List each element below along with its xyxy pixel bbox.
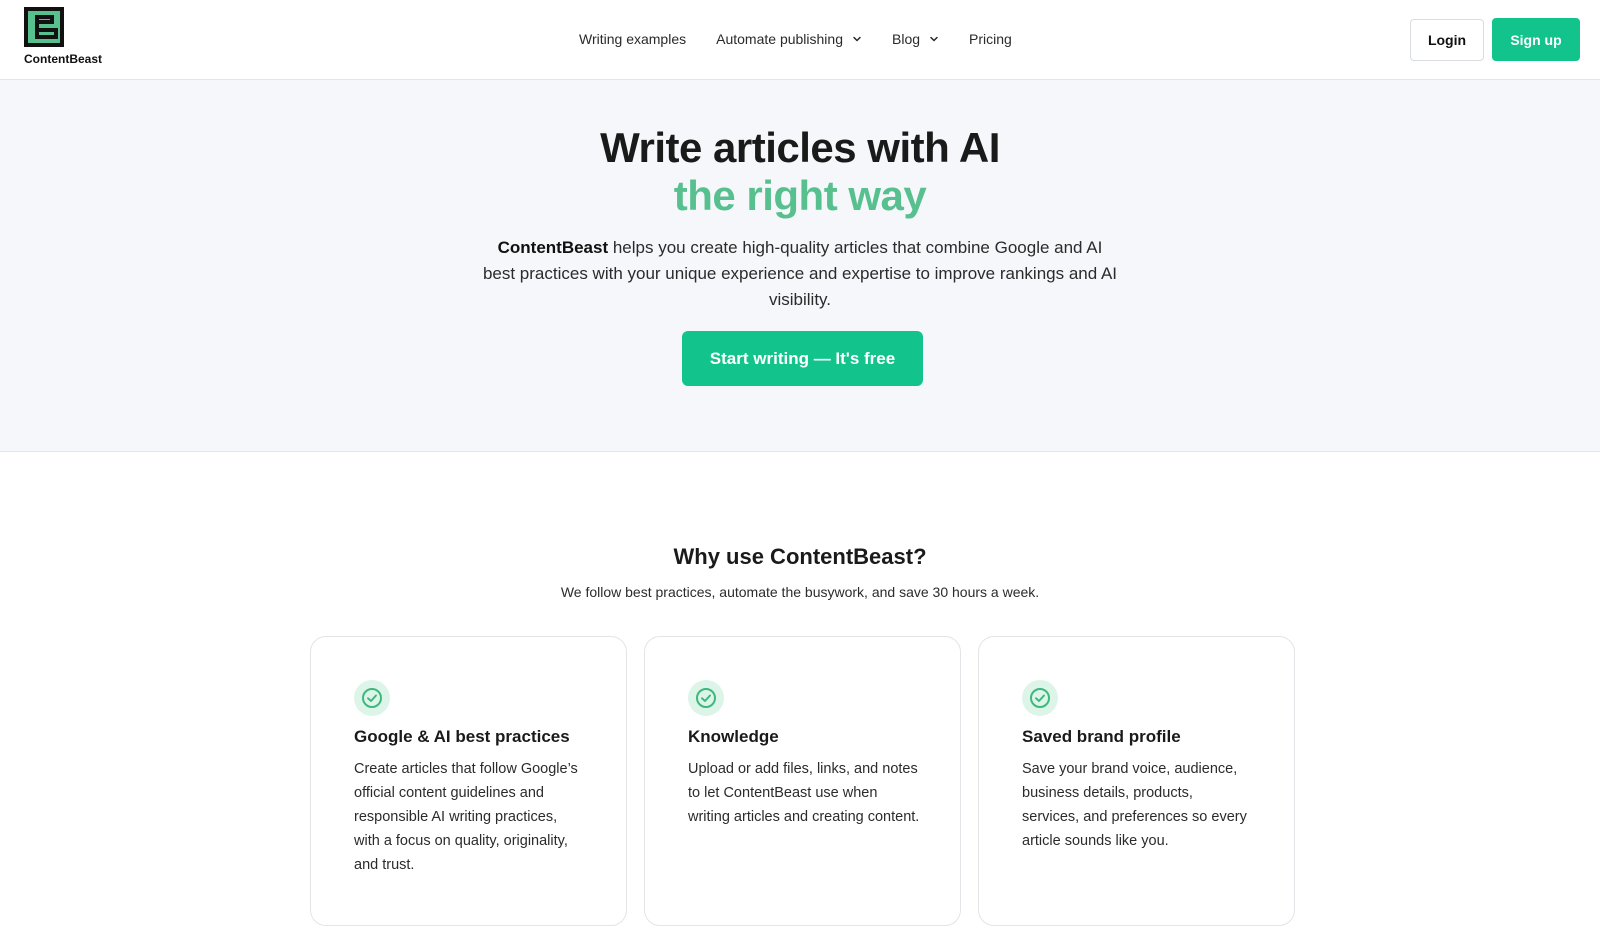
chevron-down-icon (930, 36, 938, 42)
contentbeast-logo-icon (24, 7, 64, 47)
feature-card-google-ai: Google & AI best practices Create articl… (310, 636, 627, 926)
check-circle-icon (354, 680, 390, 716)
hero-title: Write articles with AI (600, 124, 1000, 171)
feature-card-title: Saved brand profile (1022, 727, 1181, 746)
nav-item-label: Writing examples (579, 31, 687, 47)
feature-card-title: Knowledge (688, 727, 779, 746)
nav-item-blog[interactable]: Blog (892, 31, 939, 47)
chevron-down-icon (853, 36, 861, 42)
nav-item-pricing[interactable]: Pricing (969, 31, 1012, 47)
logo-link[interactable]: ContentBeast (24, 7, 124, 69)
hero-description-brand: ContentBeast (497, 238, 609, 257)
feature-card-title: Google & AI best practices (354, 727, 570, 746)
feature-card-text: Upload or add files, links, and notes to… (688, 761, 920, 825)
feature-card-knowledge: Knowledge Upload or add files, links, an… (644, 636, 961, 926)
why-title: Why use ContentBeast? (673, 544, 927, 569)
nav-item-label: Automate publishing (716, 31, 843, 47)
site-header: ContentBeast Writing examples Automate p… (0, 0, 1600, 80)
nav-item-label: Pricing (969, 31, 1012, 47)
nav-item-writing-examples[interactable]: Writing examples (579, 31, 686, 47)
hero-description: ContentBeast helps you create high-quali… (480, 235, 1120, 313)
check-circle-icon (1022, 680, 1058, 716)
logo-text: ContentBeast (24, 52, 103, 66)
main-nav: Writing examples Automate publishing Blo… (579, 27, 1012, 51)
feature-card-text: Create articles that follow Google’s off… (354, 761, 578, 873)
nav-item-automate-publishing[interactable]: Automate publishing (716, 31, 862, 47)
feature-card-brand-profile: Saved brand profile Save your brand voic… (978, 636, 1295, 926)
login-button[interactable]: Login (1410, 19, 1484, 61)
start-writing-button[interactable]: Start writing — It's free (682, 331, 923, 386)
signup-button[interactable]: Sign up (1492, 18, 1580, 61)
why-subtitle: We follow best practices, automate the b… (560, 584, 1040, 600)
check-circle-icon (688, 680, 724, 716)
feature-card-text: Save your brand voice, audience, busines… (1022, 761, 1247, 849)
hero-section: Write articles with AI the right way Con… (0, 80, 1600, 452)
hero-subtitle: the right way (673, 172, 927, 219)
nav-item-label: Blog (892, 31, 921, 47)
